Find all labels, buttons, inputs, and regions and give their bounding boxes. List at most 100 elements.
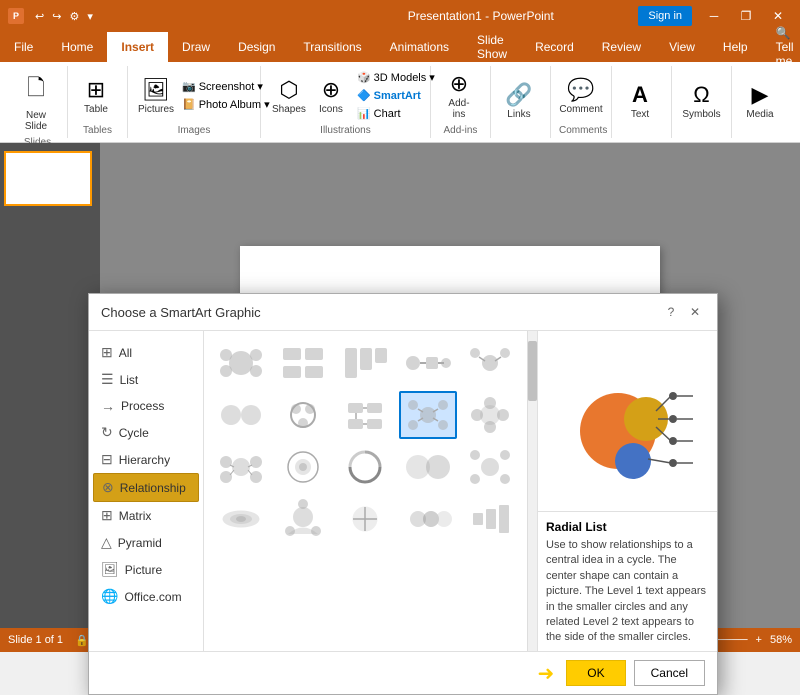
minimize-button[interactable]: ─: [700, 5, 728, 27]
ribbon-group-slides: 🗋 NewSlide Slides: [8, 66, 68, 138]
diagram-item-11[interactable]: [212, 443, 270, 491]
close-button[interactable]: ✕: [764, 5, 792, 27]
media-icon: ▶: [752, 82, 769, 108]
diagram-item-16[interactable]: [212, 495, 270, 543]
diagram-item-6[interactable]: [212, 391, 270, 439]
sidebar-item-all[interactable]: ⊞ All: [93, 339, 199, 366]
tab-file[interactable]: File: [0, 32, 47, 62]
diagram-item-5[interactable]: [461, 339, 519, 387]
photo-album-button[interactable]: 📔 Photo Album ▾: [178, 96, 274, 113]
links-button[interactable]: 🔗 Links: [499, 79, 539, 123]
diagram-item-13[interactable]: [336, 443, 394, 491]
diagram-item-17[interactable]: [274, 495, 332, 543]
sidebar-item-list[interactable]: ☰ List: [93, 366, 199, 393]
pictures-icon: 🖼: [142, 77, 170, 103]
sidebar-item-relationship[interactable]: ⊗ Relationship: [93, 473, 199, 502]
tab-record[interactable]: Record: [521, 32, 588, 62]
picture-icon: 🖼: [101, 561, 119, 578]
matrix-icon: ⊞: [101, 507, 113, 524]
window-title: Presentation1 - PowerPoint: [323, 9, 638, 23]
tab-design[interactable]: Design: [224, 32, 289, 62]
text-icon: A: [632, 82, 648, 108]
diagram-item-10[interactable]: [461, 391, 519, 439]
new-slide-button[interactable]: 🗋 NewSlide: [16, 68, 56, 135]
dialog-ok-button[interactable]: OK: [566, 660, 625, 686]
ribbon-group-images: 🖼 Pictures 📷 Screenshot ▾ 📔 Photo Album …: [128, 66, 261, 138]
pictures-button[interactable]: 🖼 Pictures: [136, 74, 176, 118]
diagram-grid-area: [204, 331, 527, 651]
diagram-item-9-radiallist[interactable]: [399, 391, 457, 439]
tab-tellme[interactable]: 🔍 Tell me: [762, 32, 800, 62]
diagram-item-14[interactable]: [399, 443, 457, 491]
tab-animations[interactable]: Animations: [376, 32, 463, 62]
addins-button[interactable]: ⊕ Add-ins: [439, 68, 479, 123]
zoom-plus[interactable]: +: [756, 634, 762, 646]
smartart-icon: 🔷: [357, 89, 371, 102]
sidebar-item-cycle[interactable]: ↻ Cycle: [93, 419, 199, 446]
tab-view[interactable]: View: [655, 32, 709, 62]
dialog-scrollbar[interactable]: [527, 331, 537, 651]
ribbon-content: 🗋 NewSlide Slides ⊞ Table Tables 🖼 Pictu: [0, 62, 800, 142]
diagram-item-18[interactable]: [336, 495, 394, 543]
qa-more[interactable]: ▾: [84, 8, 96, 25]
all-icon: ⊞: [101, 344, 113, 361]
sidebar-item-pyramid[interactable]: △ Pyramid: [93, 529, 199, 556]
symbols-button[interactable]: Ω Symbols: [680, 79, 723, 123]
preview-title: Radial List: [546, 520, 709, 534]
ribbon-tabs: File Home Insert Draw Design Transitions…: [0, 32, 800, 62]
tab-slideshow[interactable]: Slide Show: [463, 32, 521, 62]
dialog-close-button[interactable]: ✕: [685, 302, 705, 322]
tab-transitions[interactable]: Transitions: [289, 32, 375, 62]
tab-home[interactable]: Home: [47, 32, 107, 62]
text-button[interactable]: A Text: [620, 79, 660, 123]
dialog-cancel-button[interactable]: Cancel: [634, 660, 705, 686]
hierarchy-icon: ⊟: [101, 451, 113, 468]
tab-help[interactable]: Help: [709, 32, 762, 62]
shapes-icon: ⬡: [279, 77, 298, 103]
dialog-title: Choose a SmartArt Graphic: [101, 305, 261, 320]
3dmodels-button[interactable]: 🎲 3D Models ▾: [353, 69, 439, 86]
smartart-button[interactable]: 🔷 SmartArt: [353, 87, 439, 104]
diagram-item-2[interactable]: [274, 339, 332, 387]
sidebar-item-matrix[interactable]: ⊞ Matrix: [93, 502, 199, 529]
shapes-button[interactable]: ⬡ Shapes: [269, 74, 309, 118]
comment-button[interactable]: 💬 Comment: [559, 74, 603, 118]
dialog-help-button[interactable]: ?: [661, 302, 681, 322]
title-bar-left: P ↩ ↪ ⚙ ▾: [8, 8, 323, 25]
3d-icon: 🎲: [357, 71, 371, 84]
tab-review[interactable]: Review: [588, 32, 655, 62]
tab-draw[interactable]: Draw: [168, 32, 224, 62]
undo-button[interactable]: ↩: [32, 8, 47, 25]
sidebar-item-process[interactable]: → Process: [93, 393, 199, 419]
customize-qa[interactable]: ⚙: [66, 8, 82, 25]
illustrations-buttons: ⬡ Shapes ⊕ Icons 🎲 3D Models ▾ 🔷 SmartAr…: [269, 68, 422, 123]
diagram-item-4[interactable]: [399, 339, 457, 387]
window-controls: ─ ❐ ✕: [700, 5, 792, 27]
diagram-item-3[interactable]: [336, 339, 394, 387]
tab-insert[interactable]: Insert: [107, 32, 168, 62]
scrollbar-thumb[interactable]: [528, 341, 537, 401]
signin-button[interactable]: Sign in: [638, 6, 692, 26]
diagram-item-19[interactable]: [399, 495, 457, 543]
restore-button[interactable]: ❐: [732, 5, 760, 27]
diagram-item-1[interactable]: [212, 339, 270, 387]
icons-button[interactable]: ⊕ Icons: [311, 74, 351, 118]
smartart-dialog: Choose a SmartArt Graphic ? ✕ ⊞ All ☰ Li…: [88, 293, 718, 695]
ribbon-group-comments: 💬 Comment Comments: [551, 66, 612, 138]
sidebar-item-office[interactable]: 🌐 Office.com: [93, 583, 199, 610]
sidebar-item-picture[interactable]: 🖼 Picture: [93, 556, 199, 583]
diagram-item-8[interactable]: [336, 391, 394, 439]
diagram-item-20[interactable]: [461, 495, 519, 543]
images-buttons: 🖼 Pictures 📷 Screenshot ▾ 📔 Photo Album …: [136, 68, 252, 123]
table-button[interactable]: ⊞ Table: [76, 74, 116, 118]
redo-button[interactable]: ↪: [49, 8, 64, 25]
chart-button[interactable]: 📊 Chart: [353, 105, 439, 122]
screenshot-button[interactable]: 📷 Screenshot ▾: [178, 78, 274, 95]
comments-group-label: Comments: [559, 123, 603, 136]
diagram-item-7[interactable]: [274, 391, 332, 439]
diagram-item-12[interactable]: [274, 443, 332, 491]
sidebar-item-hierarchy[interactable]: ⊟ Hierarchy: [93, 446, 199, 473]
app-icon: P: [8, 8, 24, 24]
media-button[interactable]: ▶ Media: [740, 79, 780, 123]
diagram-item-15[interactable]: [461, 443, 519, 491]
